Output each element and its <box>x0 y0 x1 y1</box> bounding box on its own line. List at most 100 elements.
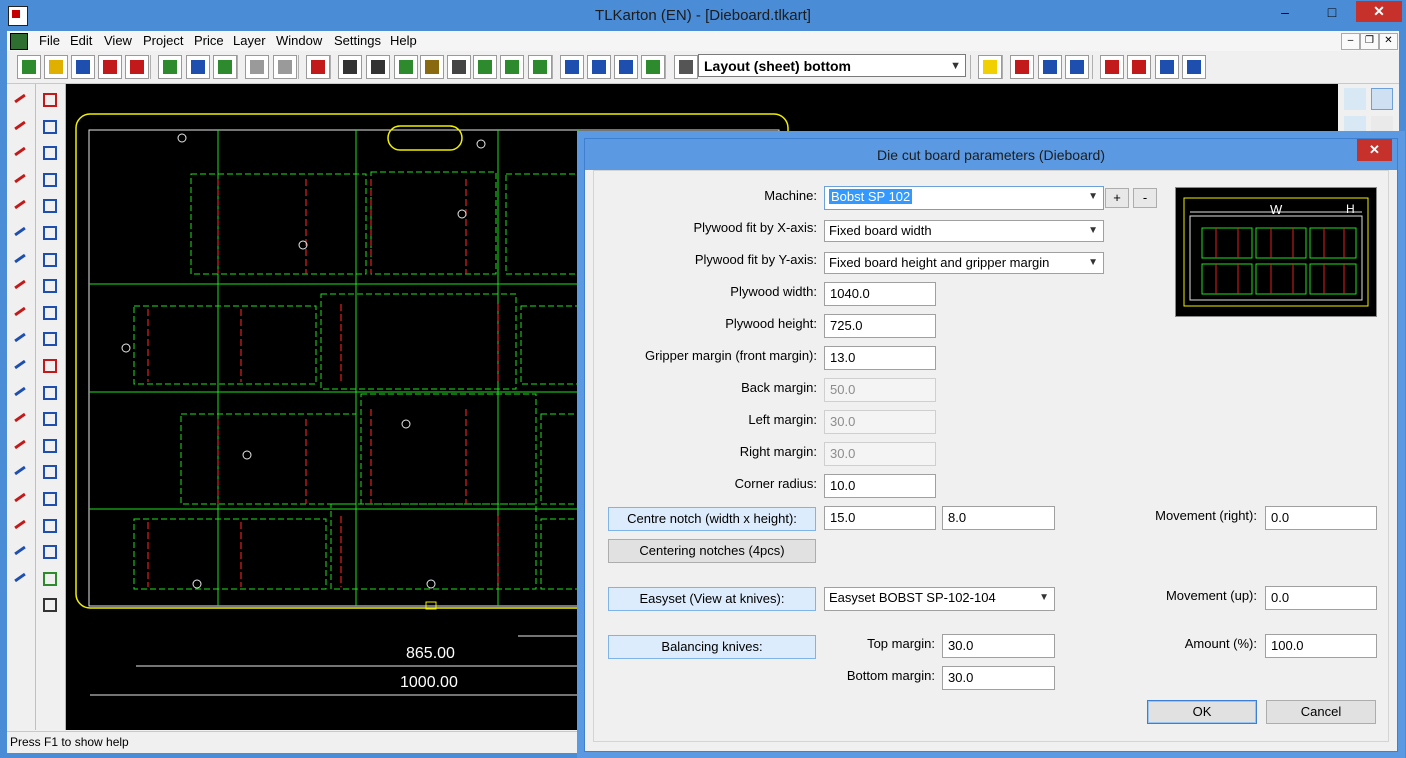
draw-tool-6-icon[interactable] <box>9 221 31 243</box>
draw-tool-10-icon[interactable] <box>9 327 31 349</box>
draw-tool-2-icon[interactable] <box>9 115 31 137</box>
menu-price[interactable]: Price <box>194 33 224 48</box>
draw-tool-18-icon[interactable] <box>9 540 31 562</box>
draw-tool-19-icon[interactable] <box>9 567 31 589</box>
plywood-height-input[interactable]: 725.0 <box>824 314 936 338</box>
edit-tool-18-icon[interactable] <box>38 540 60 562</box>
layout-icon[interactable] <box>394 55 418 79</box>
line-tool-icon[interactable] <box>1371 88 1393 110</box>
edit-tool-8-icon[interactable] <box>38 274 60 296</box>
zoom-fit-icon[interactable] <box>614 55 638 79</box>
minimize-button[interactable]: – <box>1262 2 1308 22</box>
edit-tool-13-icon[interactable] <box>38 407 60 429</box>
open-icon[interactable] <box>44 55 68 79</box>
movement-up-input[interactable]: 0.0 <box>1265 586 1377 610</box>
draw-tool-17-icon[interactable] <box>9 514 31 536</box>
edit-tool-17-icon[interactable] <box>38 514 60 536</box>
help-icon[interactable] <box>306 55 330 79</box>
centering-notches-button[interactable]: Centering notches (4pcs) <box>608 539 816 563</box>
draw-tool-11-icon[interactable] <box>9 354 31 376</box>
fit-y-select[interactable]: Fixed board height and gripper margin ▼ <box>824 252 1104 274</box>
mdi-restore-button[interactable]: ❐ <box>1360 33 1379 50</box>
centre-notch-button[interactable]: Centre notch (width x height): <box>608 507 816 531</box>
50b-icon[interactable] <box>366 55 390 79</box>
amount-input[interactable]: 100.0 <box>1265 634 1377 658</box>
menu-layer[interactable]: Layer <box>233 33 266 48</box>
easyset-select[interactable]: Easyset BOBST SP-102-104 ▼ <box>824 587 1055 611</box>
500ef-icon[interactable] <box>674 55 698 79</box>
machine-select[interactable]: Bobst SP 102 ▼ <box>824 186 1104 210</box>
mdi-close-button[interactable]: ✕ <box>1379 33 1398 50</box>
knife-icon[interactable] <box>447 55 471 79</box>
balancing-knives-button[interactable]: Balancing knives: <box>608 635 816 659</box>
document-icon[interactable] <box>10 33 28 50</box>
arrow-left-icon[interactable] <box>1038 55 1062 79</box>
edit-tool-6-icon[interactable] <box>38 221 60 243</box>
edit-tool-7-icon[interactable] <box>38 248 60 270</box>
import-dxf-icon[interactable] <box>125 55 149 79</box>
cut-icon[interactable] <box>186 55 210 79</box>
gripper-margin-input[interactable]: 13.0 <box>824 346 936 370</box>
percent2-icon[interactable] <box>1182 55 1206 79</box>
notch-height-input[interactable]: 8.0 <box>942 506 1055 530</box>
add-machine-button[interactable]: + <box>1105 188 1129 208</box>
draw-tool-16-icon[interactable] <box>9 487 31 509</box>
edit-tool-1-icon[interactable] <box>38 88 60 110</box>
corner-radius-input[interactable]: 10.0 <box>824 474 936 498</box>
ruler-icon[interactable] <box>1344 88 1366 110</box>
edit-tool-12-icon[interactable] <box>38 381 60 403</box>
export-dxf-icon[interactable] <box>98 55 122 79</box>
movement-right-input[interactable]: 0.0 <box>1265 506 1377 530</box>
bar-arrow-icon[interactable] <box>1155 55 1179 79</box>
draw-tool-3-icon[interactable] <box>9 141 31 163</box>
menu-help[interactable]: Help <box>390 33 417 48</box>
dialog-close-button[interactable]: ✕ <box>1357 139 1392 161</box>
draw-tool-13-icon[interactable] <box>9 407 31 429</box>
easyset-button[interactable]: Easyset (View at knives): <box>608 587 816 611</box>
pencil-icon[interactable] <box>1344 116 1366 138</box>
dialog-titlebar[interactable]: Die cut board parameters (Dieboard) ✕ <box>585 139 1397 170</box>
top-margin-input[interactable]: 30.0 <box>942 634 1055 658</box>
percent-doc-icon[interactable] <box>1127 55 1151 79</box>
screen-icon[interactable] <box>641 55 665 79</box>
zoom-in-icon[interactable] <box>587 55 611 79</box>
draw-tool-4-icon[interactable] <box>9 168 31 190</box>
edit-tool-16-icon[interactable] <box>38 487 60 509</box>
arrow-right-icon[interactable] <box>1065 55 1089 79</box>
draw-tool-8-icon[interactable] <box>9 274 31 296</box>
edit-tool-10-icon[interactable] <box>38 327 60 349</box>
fit-x-select[interactable]: Fixed board width ▼ <box>824 220 1104 242</box>
edit-tool-11-icon[interactable] <box>38 354 60 376</box>
edit-tool-19-icon[interactable] <box>38 567 60 589</box>
diagonal-icon[interactable] <box>1371 116 1393 138</box>
edit-tool-3-icon[interactable] <box>38 141 60 163</box>
save-icon[interactable] <box>71 55 95 79</box>
cancel-button[interactable]: Cancel <box>1266 700 1376 724</box>
menu-view[interactable]: View <box>104 33 132 48</box>
draw-tool-1-icon[interactable] <box>9 88 31 110</box>
edit-tool-2-icon[interactable] <box>38 115 60 137</box>
close-button[interactable]: ✕ <box>1356 1 1402 22</box>
grid3-icon[interactable] <box>528 55 552 79</box>
download-icon[interactable] <box>213 55 237 79</box>
menu-settings[interactable]: Settings <box>334 33 381 48</box>
percent-icon[interactable] <box>1100 55 1124 79</box>
grid-icon[interactable] <box>473 55 497 79</box>
new-icon[interactable] <box>17 55 41 79</box>
draw-tool-15-icon[interactable] <box>9 460 31 482</box>
remove-machine-button[interactable]: - <box>1133 188 1157 208</box>
draw-tool-9-icon[interactable] <box>9 301 31 323</box>
draw-tool-14-icon[interactable] <box>9 434 31 456</box>
draw-tool-7-icon[interactable] <box>9 248 31 270</box>
plywood-width-input[interactable]: 1040.0 <box>824 282 936 306</box>
edit-tool-9-icon[interactable] <box>38 301 60 323</box>
note-icon[interactable] <box>978 55 1002 79</box>
menu-project[interactable]: Project <box>143 33 183 48</box>
print-icon[interactable] <box>158 55 182 79</box>
zoom-out-icon[interactable] <box>560 55 584 79</box>
draw-tool-5-icon[interactable] <box>9 194 31 216</box>
ok-button[interactable]: OK <box>1147 700 1257 724</box>
sheet-icon[interactable] <box>420 55 444 79</box>
menu-edit[interactable]: Edit <box>70 33 92 48</box>
window-titlebar[interactable]: TLKarton (EN) - [Dieboard.tlkart] – □ ✕ <box>0 0 1406 32</box>
